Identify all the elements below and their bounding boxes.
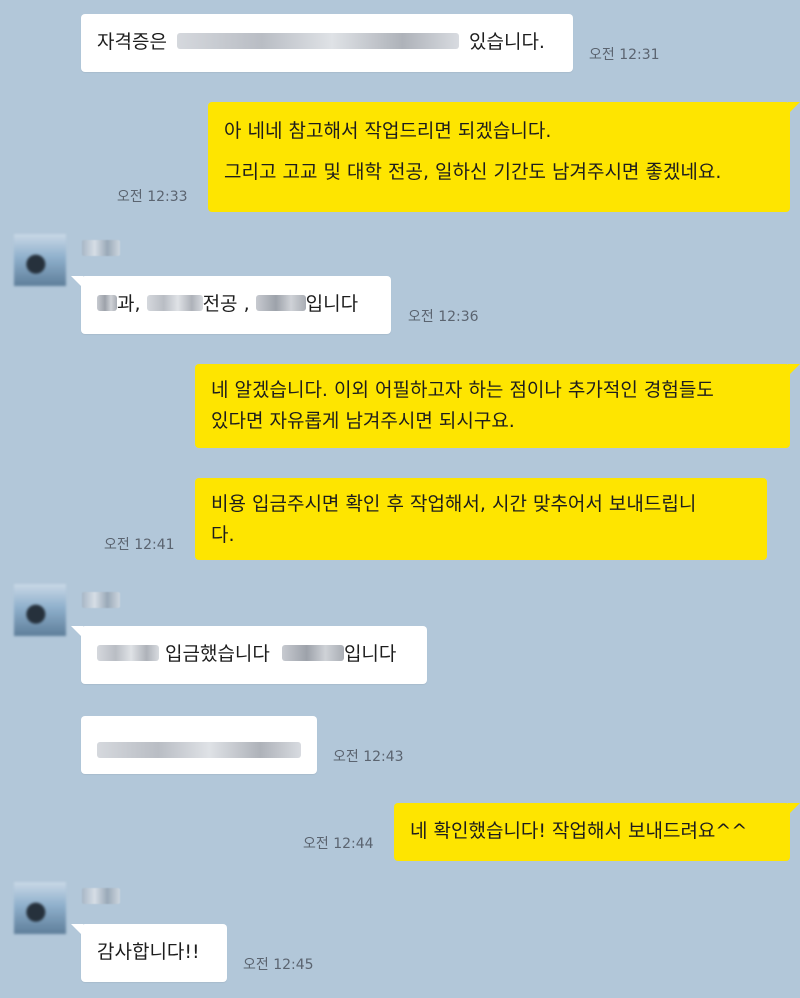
incoming-message-bubble[interactable]: 자격증은 있습니다.: [81, 14, 573, 72]
message-line: 네 알겠습니다. 이외 어필하고자 하는 점이나 추가적인 경험들도: [211, 379, 714, 401]
incoming-message-bubble[interactable]: 과, 전공 , 입니다: [71, 276, 391, 334]
message-timestamp: 오전 12:43: [333, 749, 404, 765]
message-line: 아 네네 참고해서 작업드리면 되겠습니다.: [224, 120, 552, 142]
message-timestamp: 오전 12:33: [117, 189, 188, 205]
sender-avatar[interactable]: [14, 882, 66, 934]
message-text: 네 확인했습니다! 작업해서 보내드려요^^: [410, 820, 748, 842]
redacted-text: [97, 295, 117, 311]
message-text: 감사합니다!!: [97, 941, 200, 963]
outgoing-message-bubble[interactable]: 비용 입금주시면 확인 후 작업해서, 시간 맞추어서 보내드립니 다.: [195, 478, 767, 560]
outgoing-message-bubble[interactable]: 네 알겠습니다. 이외 어필하고자 하는 점이나 추가적인 경험들도 있다면 자…: [195, 364, 800, 448]
message-line: 있다면 자유롭게 남겨주시면 되시구요.: [211, 410, 515, 432]
sender-avatar[interactable]: [14, 234, 66, 286]
message-timestamp: 오전 12:31: [589, 47, 660, 63]
redacted-text: [146, 295, 203, 311]
sender-name-redacted: [82, 592, 120, 608]
message-timestamp: 오전 12:44: [303, 836, 374, 852]
message-text: 과,: [117, 293, 141, 315]
message-text: 입니다: [305, 293, 359, 315]
sender-name-redacted: [82, 888, 120, 904]
message-text: 입니다: [343, 643, 397, 665]
redacted-text: [255, 295, 306, 311]
message-line: 비용 입금주시면 확인 후 작업해서, 시간 맞추어서 보내드립니: [211, 493, 697, 515]
message-line: 다.: [211, 524, 235, 546]
redacted-text: [97, 645, 159, 661]
sender-avatar[interactable]: [14, 584, 66, 636]
message-timestamp: 오전 12:45: [243, 957, 314, 973]
redacted-text: [176, 33, 459, 49]
incoming-message-bubble[interactable]: [81, 716, 317, 774]
outgoing-message-bubble[interactable]: 네 확인했습니다! 작업해서 보내드려요^^: [394, 803, 800, 861]
redacted-text: [281, 645, 344, 661]
message-text: 입금했습니다: [165, 643, 270, 665]
outgoing-message-bubble[interactable]: 아 네네 참고해서 작업드리면 되겠습니다. 그리고 고교 및 대학 전공, 일…: [208, 102, 800, 212]
incoming-message-bubble[interactable]: 감사합니다!!: [71, 924, 227, 982]
incoming-message-bubble[interactable]: 입금했습니다 입니다: [71, 626, 427, 684]
message-text: 전공 ,: [202, 293, 250, 315]
message-line: 그리고 고교 및 대학 전공, 일하신 기간도 남겨주시면 좋겠네요.: [224, 161, 722, 183]
sender-name-redacted: [82, 240, 120, 256]
message-text: 자격증은: [97, 31, 167, 53]
redacted-text: [97, 742, 301, 758]
message-text: 있습니다.: [469, 31, 545, 53]
message-timestamp: 오전 12:41: [104, 537, 175, 553]
message-timestamp: 오전 12:36: [408, 309, 479, 325]
